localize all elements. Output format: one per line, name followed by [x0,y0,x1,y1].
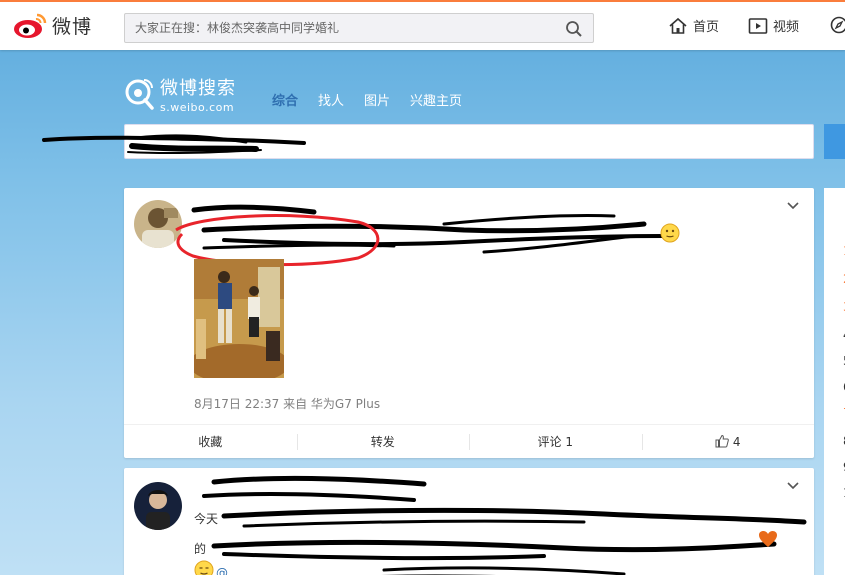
thumbs-up-icon [715,434,729,448]
collect-label: 收藏 [198,435,223,449]
post-meta: 8月17日 22:37 来自 华为G7 Plus [194,397,381,411]
redaction-scribble [42,134,306,155]
weibo-logo-icon [14,13,47,38]
smiley-emoji-icon [194,560,214,575]
nav-video[interactable]: 视频 [748,16,799,35]
smiley-emoji-icon [660,223,680,243]
repost-label: 转发 [370,435,395,449]
top-bar: 微博 首页 视频 [0,0,845,50]
weibo-logo[interactable]: 微博 [12,10,92,40]
compass-icon [830,16,845,34]
nav-home[interactable]: 首页 [668,16,719,35]
like-count: 4 [732,435,741,449]
collect-button[interactable]: 收藏 [124,425,297,458]
search-brand: 微博搜索 s.weibo.com [124,74,236,114]
global-search [124,13,594,43]
search-icon[interactable] [565,20,583,38]
search-brand-title: 微博搜索 [160,78,236,99]
chevron-down-icon[interactable] [786,198,800,212]
tab-pictures[interactable]: 图片 [364,90,390,109]
tab-comprehensive[interactable]: 综合 [272,90,298,109]
brand-name: 微博 [52,15,93,38]
global-search-input[interactable] [125,14,545,42]
tab-interest-pages[interactable]: 兴趣主页 [410,90,462,109]
query-search-button[interactable] [824,124,845,159]
redaction-scribble [202,475,807,575]
search-tabs: 综合 找人 图片 兴趣主页 [272,90,482,109]
post-card: 今天 的 @ [124,468,814,575]
avatar-image [134,482,182,530]
weibo-search-logo-icon [125,79,154,110]
post-actions: 收藏 转发 评论 1 4 [124,424,814,458]
avatar[interactable] [134,482,182,530]
search-brand-url: s.weibo.com [160,101,235,114]
post-photo[interactable] [194,259,284,378]
heart-emoji-icon [759,531,777,547]
like-button[interactable]: 4 [641,425,815,458]
comment-label: 评论 1 [537,435,573,449]
repost-button[interactable]: 转发 [296,425,470,458]
hot-search-sidebar: 1 2 3 4 5 6 7 8 9 1 [824,188,845,575]
comment-button[interactable]: 评论 1 [469,425,642,458]
nav-discover[interactable] [830,16,845,34]
home-icon [669,17,687,34]
video-icon [748,17,768,34]
post-card: 8月17日 22:37 来自 华为G7 Plus 收藏 转发 评论 1 4 [124,188,814,458]
tab-people[interactable]: 找人 [318,90,344,109]
nav-video-label: 视频 [773,20,800,35]
nav-home-label: 首页 [693,20,720,35]
